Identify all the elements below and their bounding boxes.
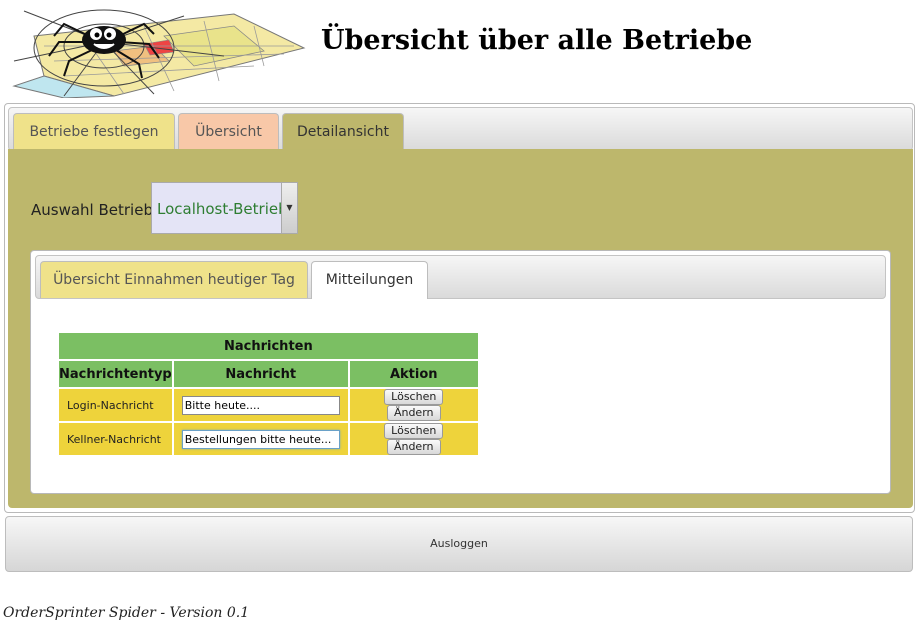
- header-aktion: Aktion: [347, 359, 480, 389]
- logout-button[interactable]: Ausloggen: [5, 516, 913, 572]
- detail-content: Auswahl Betrieb: Localhost-Betrieb ▼ Übe…: [8, 149, 913, 508]
- delete-button[interactable]: Löschen: [384, 423, 444, 439]
- inner-tab-bar: Übersicht Einnahmen heutiger Tag Mitteil…: [35, 255, 886, 299]
- table-row: Login-Nachricht Löschen Ändern: [57, 387, 480, 423]
- inner-panel: Übersicht Einnahmen heutiger Tag Mitteil…: [30, 250, 891, 494]
- message-cell: [171, 387, 350, 423]
- table-row: Kellner-Nachricht Löschen Ändern: [57, 421, 480, 457]
- action-cell: Löschen Ändern: [347, 387, 480, 423]
- header-nachrichtentyp: Nachrichtentyp: [57, 359, 174, 389]
- tab-uebersicht[interactable]: Übersicht: [178, 113, 279, 150]
- select-label: Auswahl Betrieb:: [31, 201, 159, 219]
- message-input[interactable]: [181, 429, 340, 449]
- spider-web-logo-icon: [4, 6, 316, 99]
- dropdown-arrow-icon[interactable]: ▼: [281, 183, 297, 233]
- message-input[interactable]: [181, 395, 340, 415]
- tab-betriebe-festlegen[interactable]: Betriebe festlegen: [13, 113, 175, 150]
- page-title: Übersicht über alle Betriebe: [321, 25, 753, 56]
- main-tab-bar: Betriebe festlegen Übersicht Detailansic…: [8, 107, 913, 151]
- select-value: Localhost-Betrieb: [157, 200, 288, 218]
- action-cell: Löschen Ändern: [347, 421, 480, 457]
- messages-table: Nachrichten Nachrichtentyp Nachricht Akt…: [57, 331, 480, 457]
- tab-mitteilungen[interactable]: Mitteilungen: [311, 261, 428, 299]
- message-type: Login-Nachricht: [57, 387, 174, 423]
- edit-button[interactable]: Ändern: [386, 405, 441, 421]
- footer-version: OrderSprinter Spider - Version 0.1: [3, 605, 250, 621]
- tab-detailansicht[interactable]: Detailansicht: [282, 113, 404, 151]
- message-cell: [171, 421, 350, 457]
- tab-einnahmen[interactable]: Übersicht Einnahmen heutiger Tag: [40, 261, 308, 298]
- message-type: Kellner-Nachricht: [57, 421, 174, 457]
- betrieb-select[interactable]: Localhost-Betrieb ▼: [151, 182, 298, 234]
- delete-button[interactable]: Löschen: [384, 389, 444, 405]
- main-panel: Betriebe festlegen Übersicht Detailansic…: [4, 103, 915, 513]
- edit-button[interactable]: Ändern: [386, 439, 441, 455]
- header: Übersicht über alle Betriebe: [0, 0, 918, 100]
- table-caption: Nachrichten: [57, 331, 480, 361]
- header-nachricht: Nachricht: [171, 359, 350, 389]
